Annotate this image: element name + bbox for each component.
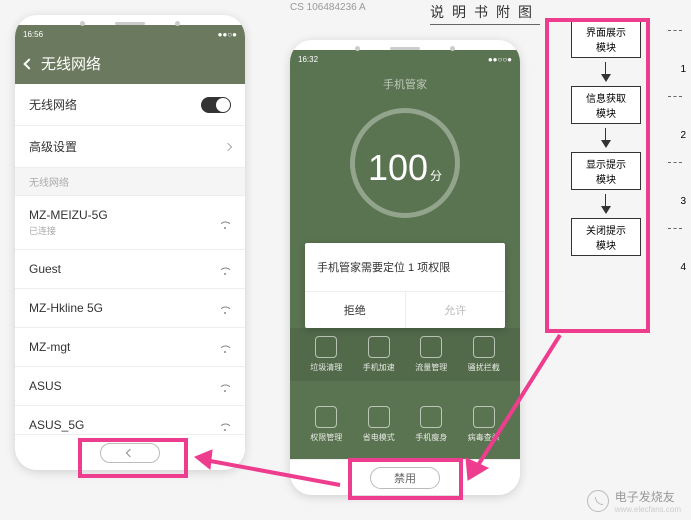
- flow-num: 3: [680, 196, 686, 207]
- phone-settings: 16:56 ●●○● 无线网络 无线网络 高级设置 无线网络 MZ-MEIZU-…: [15, 15, 245, 470]
- trash-icon: [315, 336, 337, 358]
- feature-battery[interactable]: 省电模式: [353, 406, 406, 443]
- allow-button[interactable]: 允许: [406, 292, 506, 328]
- phone-bezel-top: [290, 40, 520, 50]
- annotation-arrow: [460, 330, 580, 490]
- grid-label: 省电模式: [363, 432, 395, 443]
- network-status: 已连接: [29, 224, 108, 237]
- grid-label: 权限管理: [310, 432, 342, 443]
- phone-bezel-top: [15, 15, 245, 25]
- arrow-down-icon: [601, 74, 611, 82]
- ssid: Guest: [29, 262, 61, 276]
- flow-box-2: 信息获取模块: [571, 86, 641, 124]
- disable-button[interactable]: 禁用: [370, 467, 440, 489]
- flow-num: 2: [680, 130, 686, 141]
- status-icons: ●●○○●: [488, 55, 512, 64]
- watermark: 电子发烧友 www.elecfans.com: [587, 488, 681, 514]
- deny-button[interactable]: 拒绝: [305, 292, 406, 328]
- wifi-toggle-row[interactable]: 无线网络: [15, 84, 245, 126]
- network-row[interactable]: MZ-Hkline 5G: [15, 289, 245, 328]
- wifi-icon: [219, 217, 231, 229]
- advanced-row[interactable]: 高级设置: [15, 126, 245, 168]
- page-title: 无线网络: [41, 53, 101, 74]
- data-icon: [420, 336, 442, 358]
- grid-label: 流量管理: [415, 362, 447, 373]
- flow-num: 1: [680, 64, 686, 75]
- network-row[interactable]: MZ-MEIZU-5G 已连接: [15, 196, 245, 250]
- score-circle[interactable]: 100 分: [350, 108, 460, 218]
- status-icons: ●●○●: [218, 30, 237, 39]
- doc-id: CS 106484236 A: [290, 2, 366, 13]
- flowchart: 界面展示模块 1 信息获取模块 2 显示提示模块 3 关闭提示模块 4: [546, 20, 666, 272]
- battery-icon: [368, 406, 390, 428]
- grid-label: 垃圾清理: [310, 362, 342, 373]
- flow-box-1: 界面展示模块: [571, 20, 641, 58]
- row-label: 无线网络: [29, 96, 77, 113]
- network-row[interactable]: ASUS: [15, 367, 245, 406]
- settings-header: 无线网络: [15, 43, 245, 84]
- status-time: 16:32: [298, 55, 318, 64]
- feature-permission[interactable]: 权限管理: [300, 406, 353, 443]
- flow-box-4: 关闭提示模块: [571, 218, 641, 256]
- doc-title: 说明书附图: [430, 2, 540, 25]
- network-row[interactable]: MZ-mgt: [15, 328, 245, 367]
- lock-icon: [315, 406, 337, 428]
- logo-icon: [587, 490, 609, 512]
- status-bar: 16:56 ●●○●: [15, 25, 245, 43]
- feature-trash[interactable]: 垃圾清理: [300, 336, 353, 373]
- row-label: 高级设置: [29, 138, 77, 155]
- wifi-icon: [219, 263, 231, 275]
- watermark-name: 电子发烧友: [615, 490, 675, 504]
- watermark-url: www.elecfans.com: [615, 505, 681, 514]
- toggle-switch[interactable]: [201, 97, 231, 113]
- feature-slim[interactable]: 手机瘦身: [405, 406, 458, 443]
- score-value: 100: [368, 113, 428, 223]
- grid-label: 手机加速: [363, 362, 395, 373]
- ssid: ASUS: [29, 379, 62, 393]
- network-row[interactable]: Guest: [15, 250, 245, 289]
- feature-data[interactable]: 流量管理: [405, 336, 458, 373]
- back-icon[interactable]: [23, 58, 34, 69]
- button-label: 禁用: [394, 470, 416, 486]
- wifi-icon: [219, 302, 231, 314]
- status-time: 16:56: [23, 30, 43, 39]
- wifi-icon: [219, 380, 231, 392]
- score-unit: 分: [430, 167, 442, 184]
- chevron-right-icon: [224, 142, 232, 150]
- arrow-down-icon: [601, 206, 611, 214]
- dialog-message: 手机管家需要定位 1 项权限: [305, 243, 505, 291]
- settings-list: 无线网络 高级设置 无线网络 MZ-MEIZU-5G 已连接 Guest MZ-…: [15, 84, 245, 445]
- ssid: MZ-mgt: [29, 340, 70, 354]
- ssid: MZ-MEIZU-5G: [29, 208, 108, 222]
- rocket-icon: [368, 336, 390, 358]
- app-title: 手机管家: [290, 68, 520, 100]
- flow-box-3: 显示提示模块: [571, 152, 641, 190]
- arrow-down-icon: [601, 140, 611, 148]
- chart-icon: [420, 406, 442, 428]
- ssid: MZ-Hkline 5G: [29, 301, 103, 315]
- status-bar: 16:32 ●●○○●: [290, 50, 520, 68]
- wifi-icon: [219, 341, 231, 353]
- flow-num: 4: [680, 262, 686, 273]
- home-button[interactable]: [100, 443, 160, 463]
- grid-label: 手机瘦身: [415, 432, 447, 443]
- section-label: 无线网络: [15, 168, 245, 196]
- back-chevron-icon: [126, 448, 134, 456]
- feature-boost[interactable]: 手机加速: [353, 336, 406, 373]
- wifi-icon: [219, 419, 231, 431]
- permission-dialog: 手机管家需要定位 1 项权限 拒绝 允许: [305, 243, 505, 328]
- annotation-arrow: [190, 445, 350, 495]
- ssid: ASUS_5G: [29, 418, 84, 432]
